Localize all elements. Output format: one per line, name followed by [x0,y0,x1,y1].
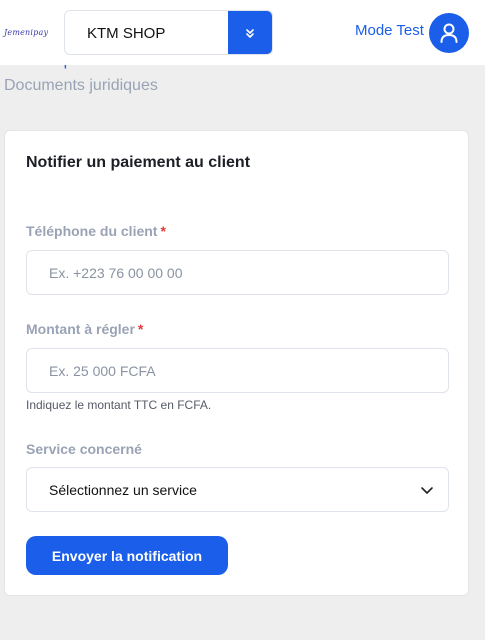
chevron-down-icon [421,487,433,494]
required-mark: * [137,321,144,337]
shop-dropdown-button[interactable] [228,11,272,54]
phone-input[interactable] [26,250,449,295]
send-notification-button[interactable]: Envoyer la notification [26,536,228,575]
user-icon [440,23,458,43]
shop-name: KTM SHOP [87,25,166,42]
amount-label: Montant à régler * [26,321,143,337]
amount-input[interactable] [26,348,449,393]
service-label-text: Service concerné [26,441,142,457]
phone-label-text: Téléphone du client [26,223,158,239]
required-mark: * [160,223,166,239]
form-title: Notifier un paiement au client [26,154,251,171]
tab-legal-documents[interactable]: Documents juridiques [4,73,158,98]
service-label: Service concerné [26,441,142,457]
service-select[interactable]: Sélectionnez un service [26,467,449,512]
amount-hint: Indiquez le montant TTC en FCFA. [26,398,212,412]
service-selected-value: Sélectionnez un service [49,482,197,498]
top-header: Jemenipay KTM SHOP Mode Test [0,0,485,65]
phone-label: Téléphone du client * [26,223,166,239]
mode-label[interactable]: Mode Test [355,22,424,39]
double-chevron-down-icon [246,28,254,38]
payment-notification-card: Notifier un paiement au client Téléphone… [4,130,469,596]
brand-logo[interactable]: Jemenipay [4,28,48,37]
amount-label-text: Montant à régler [26,321,135,337]
shop-selector[interactable]: KTM SHOP [64,10,273,55]
user-avatar-button[interactable] [429,13,469,53]
